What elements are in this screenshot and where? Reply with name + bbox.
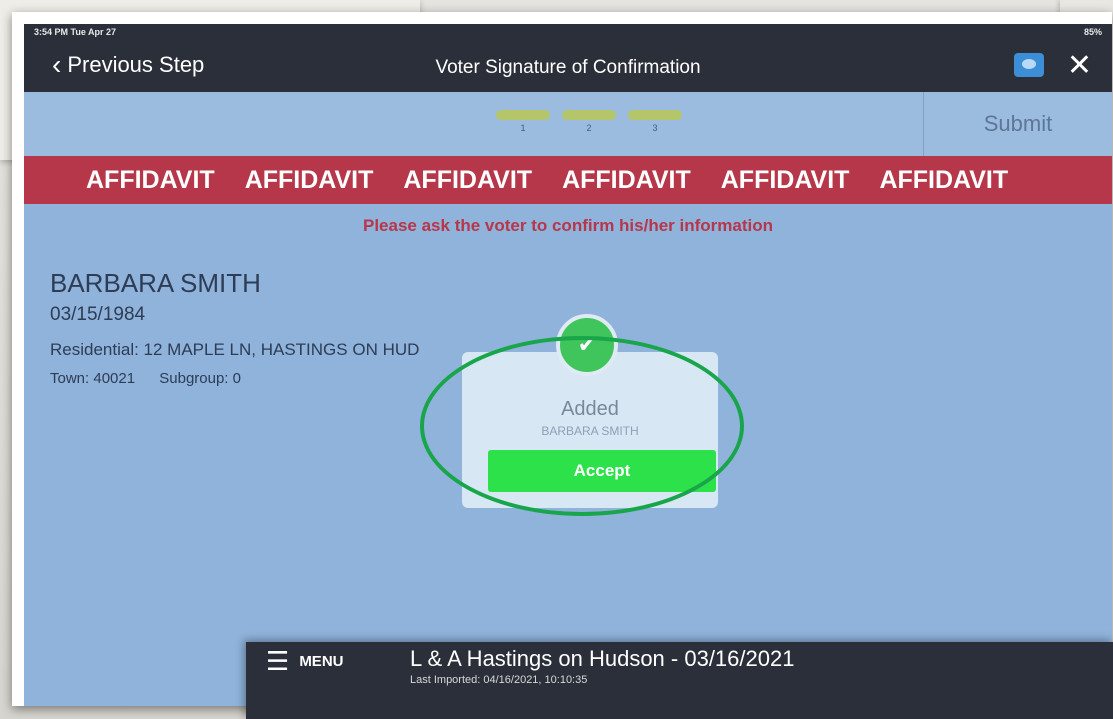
step-1-label: 1 [520,123,526,133]
navigation-bar: ‹ Previous Step Voter Signature of Confi… [24,42,1112,92]
chat-icon[interactable] [1014,53,1044,77]
voter-residential-address: Residential: 12 MAPLE LN, HASTINGS ON HU… [50,340,420,359]
step-1: 1 [496,110,550,133]
step-3-label: 3 [652,123,658,133]
step-3-indicator [628,110,682,120]
step-1-indicator [496,110,550,120]
voter-dob: 03/15/1984 [50,304,146,325]
page-title: Voter Signature of Confirmation [435,57,701,78]
status-time: 3:54 PM Tue Apr 27 [34,27,117,37]
step-2: 2 [562,110,616,133]
submit-button[interactable]: Submit [923,92,1112,156]
close-icon[interactable]: ✕ [1067,48,1092,83]
steps: 1 2 3 [496,110,682,133]
menu-button[interactable]: ☰ MENU [266,646,344,676]
step-progress-bar: 1 2 3 Submit [24,92,1112,156]
highlight-circle [420,336,744,516]
election-title: L & A Hastings on Hudson - 03/16/2021 [410,646,795,671]
tablet-photo: 3:54 PM Tue Apr 27 85% ‹ Previous Step V… [12,12,1112,706]
banner-text: AFFIDAVIT [879,165,1009,194]
voter-subgroup: Subgroup: 0 [159,370,241,387]
affidavit-banner: AFFIDAVIT AFFIDAVIT AFFIDAVIT AFFIDAVIT … [24,156,1112,204]
banner-text: AFFIDAVIT [720,165,850,194]
status-battery: 85% [1083,27,1102,37]
menu-bar-photo: ☰ MENU L & A Hastings on Hudson - 03/16/… [246,642,1113,719]
last-imported: Last Imported: 04/16/2021, 10:10:35 [410,674,588,686]
voter-meta: Town: 40021 Subgroup: 0 [50,370,261,387]
step-3: 3 [628,110,682,133]
step-2-label: 2 [586,123,592,133]
tablet-screen: 3:54 PM Tue Apr 27 85% ‹ Previous Step V… [24,24,1112,706]
voter-name: BARBARA SMITH [50,268,261,298]
voter-town: Town: 40021 [50,370,136,387]
banner-text: AFFIDAVIT [562,165,691,194]
status-bar: 3:54 PM Tue Apr 27 85% [24,24,1112,42]
banner-text: AFFIDAVIT [86,165,215,194]
hamburger-menu-icon: ☰ [266,646,290,676]
banner-text: AFFIDAVIT [244,165,374,194]
menu-label: MENU [299,652,344,670]
banner-text: AFFIDAVIT [403,165,533,194]
instruction-text: Please ask the voter to confirm his/her … [363,216,773,235]
step-2-indicator [562,110,616,120]
